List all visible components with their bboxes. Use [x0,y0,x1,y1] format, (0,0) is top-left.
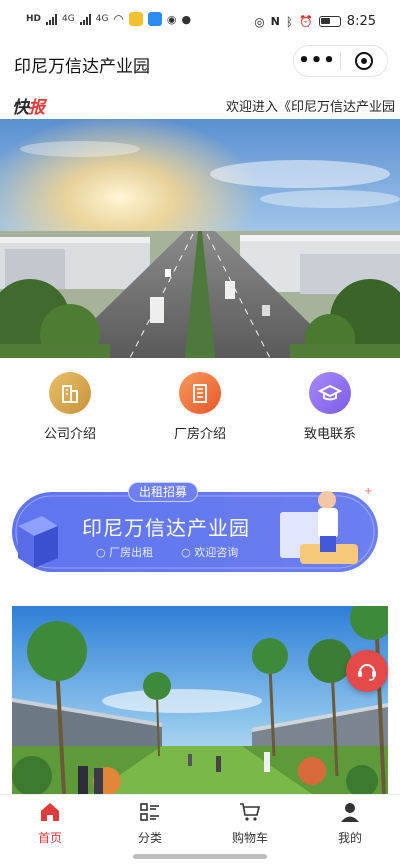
tab-label: 首页 [37,831,62,845]
tab-label: 我的 [337,831,362,845]
recruit-bullet: ○ 厂房出租 [96,546,154,559]
graduation-cap-icon [309,372,351,414]
tab-home[interactable]: 首页 [0,801,100,846]
user-icon [300,801,400,823]
svg-text:+: + [364,486,372,497]
recruit-bullets: ○ 厂房出租 ○ 欢迎咨询 [96,544,238,560]
news-badge: 快报 [12,93,45,118]
bluetooth-icon: ᛒ [285,14,294,29]
highway-industrial-park-illustration [0,119,400,358]
wifi-icon: ◠ [113,12,124,26]
status-bar: HD 4G 4G ◠ ◉ ● ◎ N ᛒ ⏰ 8:25 [0,0,400,42]
quick-nav-label: 致电联系 [303,427,356,442]
factory-icon [179,372,221,414]
category-list-icon [100,801,200,823]
quick-nav: 公司介绍 厂房介绍 致电联系 [0,372,400,444]
recruit-bullet: ○ 欢迎咨询 [181,546,239,559]
recruit-tag-label: 出租招募 [139,485,188,499]
chat-icon: ● [181,12,192,26]
status-right: ◎ N ᛒ ⏰ 8:25 [254,14,376,29]
hero-banner-image[interactable] [0,119,400,358]
network-4g-tag: 4G [62,14,75,24]
status-left: HD 4G 4G ◠ ◉ ● [26,12,191,26]
news-ticker[interactable]: 快报 欢迎进入《印尼万信达产业园 [0,88,400,118]
compass-icon: ◉ [166,12,177,26]
signal-icon-2 [79,13,91,25]
recruit-bullet-text: 欢迎咨询 [194,546,239,559]
cart-icon [200,801,300,823]
quick-nav-label: 厂房介绍 [173,427,226,442]
tab-profile[interactable]: 我的 [300,801,400,846]
close-button[interactable] [341,52,387,70]
bottom-tab-bar: 首页 分类 购物车 我的 [0,794,400,848]
app-notification-icon [128,12,143,26]
page-title: 印尼万信达产业园 [14,57,150,77]
quick-nav-factory-intro[interactable]: 厂房介绍 [145,372,255,442]
tab-category[interactable]: 分类 [100,801,200,846]
signal-icon [46,13,58,25]
hd-tag: HD [26,14,42,24]
battery-icon [318,16,341,27]
mini-program-capsule: ••• [293,45,388,77]
clock-time: 8:25 [346,14,376,29]
app-notification-icon-2 [147,12,162,26]
news-badge-suffix: 报 [28,98,45,118]
nfc-icon: N [270,15,280,28]
tab-label: 分类 [137,831,162,845]
home-indicator[interactable] [133,854,267,859]
eye-icon: ◎ [254,14,265,29]
quick-nav-label: 公司介绍 [43,427,96,442]
building-icon [49,372,91,414]
recruit-tag: 出租招募 [128,482,199,502]
headset-icon [358,664,376,681]
quick-nav-company-intro[interactable]: 公司介绍 [15,372,125,442]
title-bar: 印尼万信达产业园 ••• [0,42,400,84]
quick-nav-call-contact[interactable]: 致电联系 [275,372,385,442]
more-button[interactable]: ••• [294,46,340,76]
news-badge-prefix: 快 [12,98,29,118]
ticker-text[interactable]: 欢迎进入《印尼万信达产业园 [226,96,395,115]
alarm-icon: ⏰ [299,15,313,28]
industrial-park-landscape-illustration [12,606,388,794]
network-4g-tag-2: 4G [95,14,109,24]
tab-label: 购物车 [231,831,268,845]
tab-cart[interactable]: 购物车 [200,801,300,846]
customer-service-button[interactable] [346,650,388,692]
rental-recruit-banner[interactable]: + 出租招募 印尼万信达产业园 ○ 厂房出租 ○ 欢迎咨询 [12,482,388,582]
park-rendering-image[interactable] [12,606,388,794]
recruit-bullet-text: 厂房出租 [109,546,154,559]
recruit-title: 印尼万信达产业园 [82,516,250,540]
target-icon [355,52,373,70]
home-icon [0,801,100,823]
